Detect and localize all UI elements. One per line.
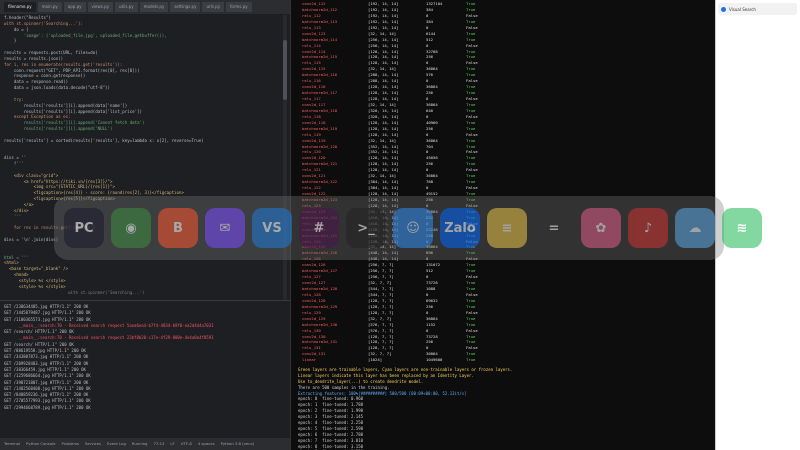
editor-tab[interactable]: settings.py xyxy=(170,2,201,12)
code-line: with st.spinner('Searching...') xyxy=(4,289,145,295)
zalo-icon[interactable]: Zalo xyxy=(440,208,480,248)
browser-tab[interactable]: Visual Search xyxy=(718,3,797,15)
editor-tab[interactable]: app.py xyxy=(63,2,86,12)
model-summary-table: conv2d_112 [192, 14, 14] 1327104 True batchn… xyxy=(302,1,602,363)
status-item[interactable]: Terminal xyxy=(4,441,20,447)
ide-status-bar: Terminal Python Console Problems Services Ev… xyxy=(0,438,290,450)
chrome-icon[interactable]: ◉ xyxy=(111,208,151,248)
notes-icon[interactable]: ≡ xyxy=(487,208,527,248)
brave-icon[interactable]: B xyxy=(158,208,198,248)
table-row: linear [1024] 1049600 True xyxy=(302,357,602,363)
code-editor[interactable]: f.header("Results") with st.spinner('Sear… xyxy=(0,15,282,315)
finder-icon[interactable]: ☺ xyxy=(393,208,433,248)
terminal-icon[interactable]: >_ xyxy=(346,208,386,248)
slack-icon[interactable]: # xyxy=(299,208,339,248)
status-item[interactable]: Problems xyxy=(62,441,80,447)
editor-scrollbar-thumb[interactable] xyxy=(283,40,287,100)
editor-tab-bar: filename.py main.py app.py views.py utils.py… xyxy=(0,0,290,14)
editor-tab[interactable]: filename.py xyxy=(4,2,36,12)
status-item[interactable]: Running xyxy=(132,441,148,447)
terminal-output: Green layers are trainable layers, Cyan … xyxy=(298,367,708,450)
editor-tab[interactable]: main.py xyxy=(37,2,62,12)
pycharm-icon[interactable]: PC xyxy=(64,208,104,248)
editor-tab[interactable]: forms.py xyxy=(226,2,252,12)
layer-shape: [1024] xyxy=(368,357,383,363)
music-icon[interactable]: ♪ xyxy=(628,208,668,248)
photos-icon[interactable]: ✿ xyxy=(581,208,621,248)
status-item[interactable]: Event Log xyxy=(107,441,126,447)
editor-tab[interactable]: urls.py xyxy=(202,2,225,12)
status-item[interactable]: LF xyxy=(170,441,174,447)
app-dock: PC ◉ B ✉ VS # >_ ☺ Zalo ≡ = ✿ ♪ ☁ ≋ xyxy=(54,196,762,260)
status-item[interactable]: Python Console xyxy=(26,441,55,447)
status-item[interactable]: 77:13 xyxy=(153,441,164,447)
layer-trainable: True xyxy=(466,357,476,363)
editor-tab[interactable]: utils.py xyxy=(115,2,138,12)
status-item[interactable]: UTF-8 xyxy=(181,441,192,447)
status-item[interactable]: 4 spaces xyxy=(198,441,215,447)
browser-tab-favicon-icon xyxy=(721,6,726,12)
log-line: GET /2994668789.jpg HTTP/1.1" 200 OK xyxy=(4,404,91,410)
weather-icon[interactable]: ☁ xyxy=(675,208,715,248)
calculator-icon[interactable]: = xyxy=(534,208,574,248)
vscode-icon[interactable]: VS xyxy=(252,208,292,248)
editor-tab[interactable]: views.py xyxy=(87,2,113,12)
messenger-icon[interactable]: ✉ xyxy=(205,208,245,248)
editor-tab[interactable]: models.py xyxy=(139,2,169,12)
spotify-icon[interactable]: ≋ xyxy=(722,208,762,248)
status-item[interactable]: Services xyxy=(85,441,101,447)
run-output-log: GET /238634485.jpg HTTP/1.1" 200 OK GET /… xyxy=(4,304,286,411)
layer-name: linear xyxy=(302,357,317,363)
browser-tab-label: Visual Search xyxy=(729,6,756,12)
layer-params: 1049600 xyxy=(426,357,443,363)
status-item[interactable]: Python 3.8 (venv) xyxy=(221,441,255,447)
